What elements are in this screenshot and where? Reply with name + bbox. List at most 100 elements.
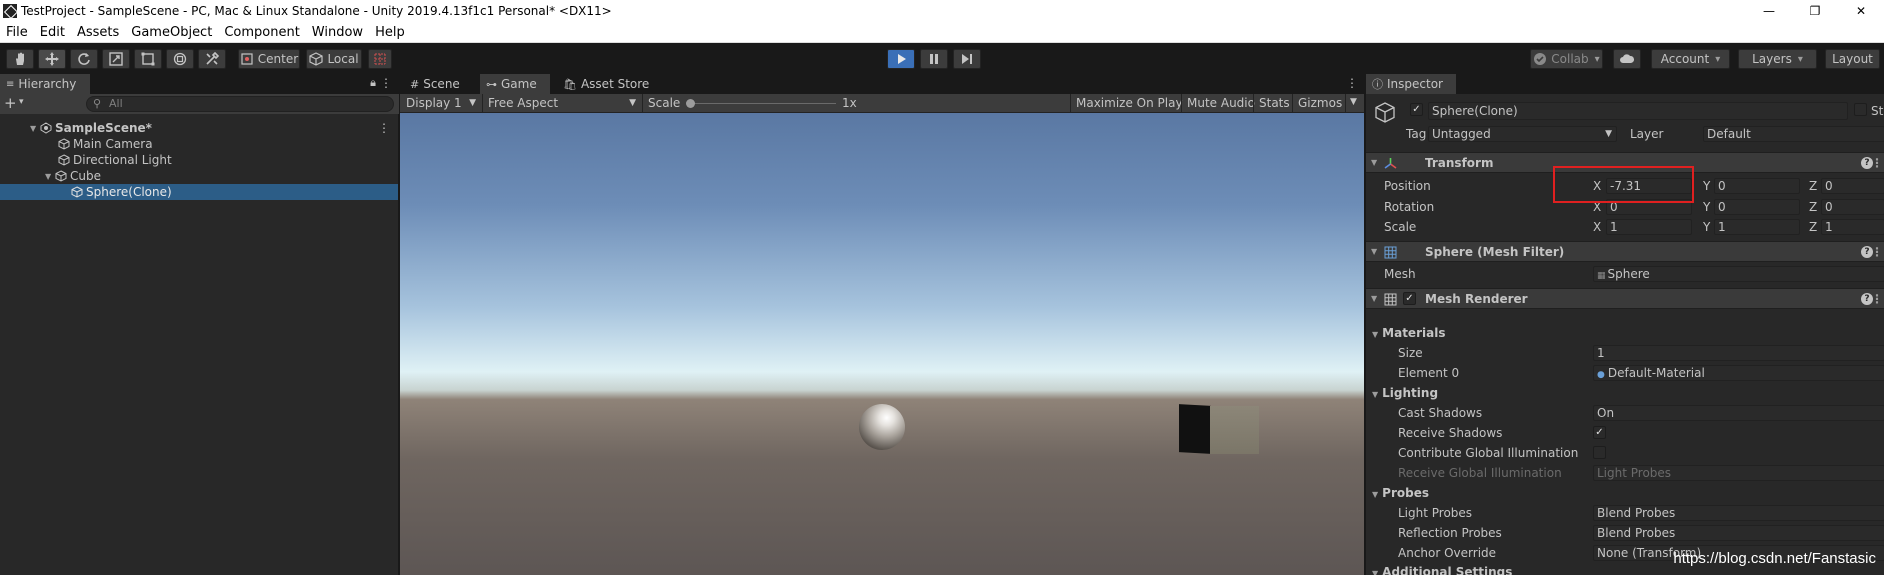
fold-arrow-icon[interactable]: ▼ xyxy=(1372,490,1378,499)
position-z-field[interactable]: 0 xyxy=(1821,178,1884,194)
element-0-field[interactable]: ● Default-Material xyxy=(1593,365,1884,381)
menu-assets[interactable]: Assets xyxy=(71,25,125,40)
fold-arrow-icon[interactable]: ▼ xyxy=(1371,294,1377,303)
scale-x-label: X xyxy=(1593,220,1602,234)
pause-button[interactable] xyxy=(920,49,948,69)
hierarchy-item-main-camera[interactable]: Main Camera xyxy=(0,136,398,152)
menu-help[interactable]: Help xyxy=(369,25,411,40)
hierarchy-search-input[interactable]: All xyxy=(86,96,394,112)
object-name-field[interactable]: Sphere(Clone) xyxy=(1428,102,1848,120)
fold-arrow-icon[interactable]: ▼ xyxy=(1372,330,1378,339)
gizmos-toggle[interactable]: Gizmos xyxy=(1294,94,1346,112)
contribute-gi-checkbox[interactable] xyxy=(1593,446,1606,459)
material-sphere-icon: ● xyxy=(1597,370,1605,380)
mesh-field[interactable]: ▦ Sphere xyxy=(1593,266,1884,282)
aspect-dropdown[interactable]: Free Aspect ▼ xyxy=(484,94,640,112)
custom-tool-button[interactable] xyxy=(198,49,226,69)
mesh-renderer-enabled-checkbox[interactable]: ✓ xyxy=(1403,292,1416,305)
cast-shadows-dropdown[interactable]: On xyxy=(1593,405,1884,421)
rotate-tool-button[interactable] xyxy=(70,49,98,69)
fold-arrow-icon[interactable]: ▼ xyxy=(1372,390,1378,399)
minimize-button[interactable]: — xyxy=(1746,0,1792,22)
panel-menu-icon[interactable]: ⋮ xyxy=(1346,76,1358,90)
grid-snap-button[interactable] xyxy=(368,49,392,69)
reflection-probes-dropdown[interactable]: Blend Probes xyxy=(1593,525,1884,541)
create-dropdown-icon[interactable]: ▾ xyxy=(19,97,24,107)
mute-audio-toggle[interactable]: Mute Audio xyxy=(1183,94,1259,112)
pivot-local-button[interactable]: Local xyxy=(306,49,362,69)
layers-dropdown[interactable]: Layers xyxy=(1738,49,1817,69)
static-checkbox[interactable] xyxy=(1854,103,1867,116)
menu-gameobject[interactable]: GameObject xyxy=(125,25,218,40)
hierarchy-item-sphere-clone[interactable]: Sphere(Clone) xyxy=(0,184,398,200)
create-plus-icon[interactable]: + xyxy=(4,94,17,112)
rotation-z-field[interactable]: 0 xyxy=(1821,199,1884,215)
layout-dropdown[interactable]: Layout xyxy=(1825,49,1880,69)
scene-menu-icon[interactable]: ⋮ xyxy=(378,121,390,135)
receive-shadows-checkbox[interactable]: ✓ xyxy=(1593,426,1606,439)
tab-inspector[interactable]: ⓘ Inspector xyxy=(1366,74,1456,94)
maximize-on-play-toggle[interactable]: Maximize On Play xyxy=(1072,94,1187,112)
additional-settings-section[interactable]: ▼ Additional Settings xyxy=(1372,565,1512,575)
tag-dropdown[interactable]: Untagged ▼ xyxy=(1428,126,1617,142)
tab-asset-store[interactable]: 🛍︎ Asset Store xyxy=(557,74,657,94)
cloud-button[interactable] xyxy=(1613,49,1641,69)
transform-tool-button[interactable] xyxy=(166,49,194,69)
light-probes-dropdown[interactable]: Blend Probes xyxy=(1593,505,1884,521)
scale-tool-button[interactable] xyxy=(102,49,130,69)
pivot-center-button[interactable]: Center xyxy=(238,49,300,69)
tab-scene-label: Scene xyxy=(423,77,460,91)
fold-arrow-icon[interactable]: ▼ xyxy=(1372,569,1378,575)
rotation-y-field[interactable]: 0 xyxy=(1714,199,1800,215)
materials-section[interactable]: ▼ Materials xyxy=(1372,326,1445,340)
menu-bar: File Edit Assets GameObject Component Wi… xyxy=(0,22,1884,43)
tab-scene[interactable]: # Scene xyxy=(404,74,478,94)
game-viewport[interactable] xyxy=(400,113,1364,575)
close-button[interactable]: ✕ xyxy=(1838,0,1884,22)
menu-edit[interactable]: Edit xyxy=(34,25,71,40)
fold-arrow-icon[interactable]: ▼ xyxy=(1371,158,1377,167)
position-y-field[interactable]: 0 xyxy=(1714,178,1800,194)
display-dropdown[interactable]: Display 1 ▼ xyxy=(402,94,480,112)
hierarchy-item-directional-light[interactable]: Directional Light xyxy=(0,152,398,168)
account-label: Account xyxy=(1660,52,1710,66)
component-menu-icon[interactable]: ⋮ xyxy=(1871,245,1883,259)
component-menu-icon[interactable]: ⋮ xyxy=(1871,156,1883,170)
restore-button[interactable]: ❐ xyxy=(1792,0,1838,22)
layer-dropdown[interactable]: Default xyxy=(1703,126,1884,142)
stats-toggle[interactable]: Stats xyxy=(1255,94,1294,112)
step-button[interactable] xyxy=(953,49,981,69)
collab-dropdown[interactable]: Collab xyxy=(1530,49,1603,69)
hierarchy-item-scene[interactable]: ▼ SampleScene* ⋮ xyxy=(0,120,398,136)
scale-y-field[interactable]: 1 xyxy=(1714,219,1800,235)
hand-tool-button[interactable] xyxy=(6,49,34,69)
tab-game[interactable]: ⊶ Game xyxy=(480,74,550,94)
hierarchy-item-cube[interactable]: ▼ Cube xyxy=(0,168,398,184)
component-menu-icon[interactable]: ⋮ xyxy=(1871,292,1883,306)
gizmos-dropdown-icon[interactable]: ▼ xyxy=(1350,97,1357,107)
panel-menu-icon[interactable]: ⋮ xyxy=(380,76,392,90)
hierarchy-panel: ≡ Hierarchy 🔒︎ ⋮ + ▾ ⚲ All ▼ SampleScene… xyxy=(0,74,399,575)
menu-component[interactable]: Component xyxy=(218,25,305,40)
scale-slider-thumb[interactable] xyxy=(686,99,695,108)
expand-arrow-icon[interactable]: ▼ xyxy=(45,172,55,181)
scale-slider-track[interactable] xyxy=(690,103,836,104)
account-dropdown[interactable]: Account xyxy=(1651,49,1730,69)
lighting-section[interactable]: ▼ Lighting xyxy=(1372,386,1438,400)
play-button[interactable] xyxy=(887,49,915,69)
rect-tool-button[interactable] xyxy=(134,49,162,69)
mesh-renderer-header[interactable]: ▼ ✓ Mesh Renderer ? ⋮ xyxy=(1366,288,1884,309)
scale-z-field[interactable]: 1 xyxy=(1821,219,1884,235)
size-field[interactable]: 1 xyxy=(1593,345,1884,361)
move-tool-button[interactable] xyxy=(38,49,66,69)
scale-x-field[interactable]: 1 xyxy=(1606,219,1692,235)
fold-arrow-icon[interactable]: ▼ xyxy=(1371,247,1377,256)
menu-file[interactable]: File xyxy=(0,25,34,40)
mesh-filter-header[interactable]: ▼ Sphere (Mesh Filter) ? ⋮ xyxy=(1366,241,1884,262)
tab-hierarchy[interactable]: ≡ Hierarchy xyxy=(0,74,90,94)
menu-window[interactable]: Window xyxy=(306,25,369,40)
lock-icon[interactable]: 🔒︎ xyxy=(370,76,376,90)
expand-arrow-icon[interactable]: ▼ xyxy=(30,124,40,133)
active-checkbox[interactable]: ✓ xyxy=(1410,103,1423,116)
probes-section[interactable]: ▼ Probes xyxy=(1372,486,1429,500)
